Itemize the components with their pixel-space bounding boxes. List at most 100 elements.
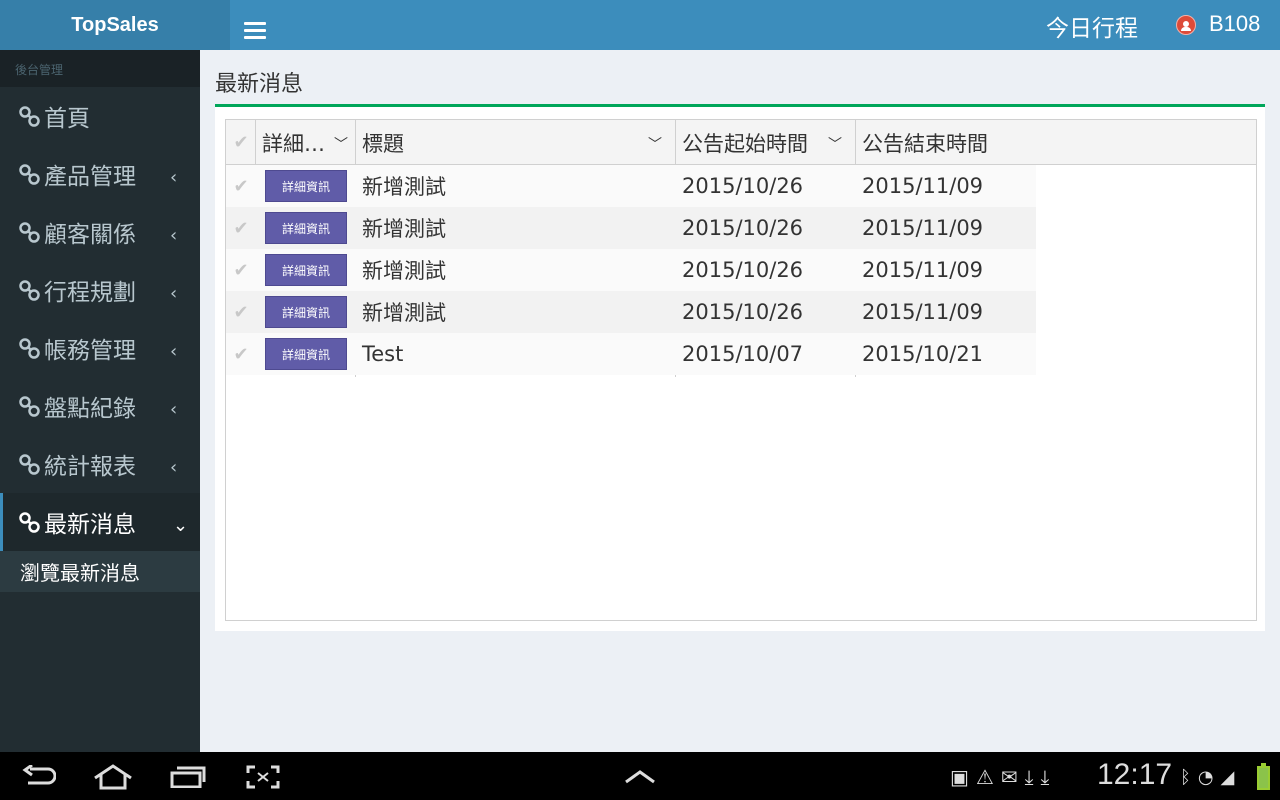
submenu-browse-news[interactable]: 瀏覽最新消息 <box>0 551 200 592</box>
signal-icon: ◢ <box>1220 766 1235 788</box>
news-grid: ✔ 詳細… ﹀ 標題 ﹀ 公告起始時間 ﹀ 公告結束時間 ✔ 詳細資訊 新增測試 20… <box>225 119 1257 621</box>
sidebar-item-label: 盤點紀錄 <box>44 396 136 422</box>
mail-icon: ✉ <box>1000 765 1018 789</box>
page-title: 最新消息 <box>215 72 304 97</box>
column-header-detail[interactable]: 詳細… ﹀ <box>256 120 356 165</box>
row-check-icon[interactable]: ✔ <box>226 291 256 333</box>
row-check-icon[interactable]: ✔ <box>226 333 256 375</box>
sidebar-item-1[interactable]: 產品管理 ‹ <box>0 145 200 203</box>
wifi-icon: ◔ <box>1197 766 1214 788</box>
link-icon <box>19 280 40 301</box>
status-icons: ▣ ⚠ ✉ ⤓ ⤓ <box>950 764 1049 790</box>
select-all-check-icon[interactable]: ✔ <box>226 120 256 165</box>
link-icon <box>19 454 40 475</box>
download-icon: ⤓ <box>1024 765 1034 789</box>
table-row[interactable]: ✔ 詳細資訊 新增測試 2015/10/26 2015/11/09 <box>226 207 1036 249</box>
cell-title: Test <box>362 342 404 366</box>
link-icon <box>19 512 40 533</box>
detail-button[interactable]: 詳細資訊 <box>265 170 347 202</box>
chevron-down-icon: ⌄ <box>173 515 189 536</box>
table-row[interactable]: ✔ 詳細資訊 新增測試 2015/10/26 2015/11/09 <box>226 249 1036 291</box>
sidebar-item-3[interactable]: 行程規劃 ‹ <box>0 261 200 319</box>
column-divider <box>255 120 256 165</box>
warning-icon: ⚠ <box>975 765 994 789</box>
screenshot-icon[interactable] <box>246 765 280 789</box>
sidebar-item-5[interactable]: 盤點紀錄 ‹ <box>0 377 200 435</box>
column-header-start[interactable]: 公告起始時間 ﹀ <box>676 120 856 165</box>
detail-button[interactable]: 詳細資訊 <box>265 254 347 286</box>
chevron-down-icon[interactable]: ﹀ <box>828 134 842 154</box>
column-header-title[interactable]: 標題 ﹀ <box>356 120 676 165</box>
link-icon <box>19 106 40 127</box>
detail-button[interactable]: 詳細資訊 <box>265 338 347 370</box>
row-check-icon[interactable]: ✔ <box>226 165 256 207</box>
sidebar-item-2[interactable]: 顧客關係 ‹ <box>0 203 200 261</box>
link-icon <box>19 164 40 185</box>
chevron-up-icon[interactable] <box>624 768 656 784</box>
sidebar-item-label: 首頁 <box>44 106 90 132</box>
cell-end-date: 2015/11/09 <box>862 300 984 324</box>
top-navbar: TopSales 今日行程 B108 <box>0 0 1280 50</box>
cell-start-date: 2015/10/26 <box>682 216 804 240</box>
cell-title: 新增測試 <box>362 175 446 199</box>
sidebar-item-0[interactable]: 首頁 <box>0 87 200 145</box>
link-icon <box>19 222 40 243</box>
sidebar-item-label: 統計報表 <box>44 454 136 480</box>
detail-button[interactable]: 詳細資訊 <box>265 212 347 244</box>
cell-end-date: 2015/11/09 <box>862 258 984 282</box>
bluetooth-icon: ᛒ <box>1180 766 1191 788</box>
chevron-down-icon[interactable]: ﹀ <box>334 134 348 154</box>
chevron-left-icon: ‹ <box>170 399 178 420</box>
chevron-left-icon: ‹ <box>170 457 178 478</box>
sidebar-section-label: 後台管理 <box>0 50 200 87</box>
chevron-down-icon[interactable]: ﹀ <box>648 134 662 154</box>
grid-header: ✔ 詳細… ﹀ 標題 ﹀ 公告起始時間 ﹀ 公告結束時間 <box>226 120 1256 165</box>
row-check-icon[interactable]: ✔ <box>226 207 256 249</box>
column-header-end[interactable]: 公告結束時間 <box>856 120 1036 165</box>
recent-apps-icon[interactable] <box>170 766 206 788</box>
chevron-left-icon: ‹ <box>170 167 178 188</box>
cell-title: 新增測試 <box>362 301 446 325</box>
cell-start-date: 2015/10/26 <box>682 258 804 282</box>
user-name[interactable]: B108 <box>1209 11 1260 37</box>
home-icon[interactable] <box>92 764 134 790</box>
cell-start-date: 2015/10/26 <box>682 300 804 324</box>
column-header-start-label: 公告起始時間 <box>682 131 808 156</box>
sidebar-item-label: 帳務管理 <box>44 338 136 364</box>
table-row[interactable]: ✔ 詳細資訊 Test 2015/10/07 2015/10/21 <box>226 333 1036 375</box>
system-navbar: ▣ ⚠ ✉ ⤓ ⤓ 12:17 ᛒ ◔ ◢ <box>0 752 1280 800</box>
today-schedule-link[interactable]: 今日行程 <box>1046 9 1138 43</box>
cell-start-date: 2015/10/07 <box>682 342 804 366</box>
chevron-left-icon: ‹ <box>170 225 178 246</box>
sidebar-item-6[interactable]: 統計報表 ‹ <box>0 435 200 493</box>
download-icon: ⤓ <box>1040 765 1050 789</box>
column-header-end-label: 公告結束時間 <box>862 131 988 156</box>
sidebar-item-4[interactable]: 帳務管理 ‹ <box>0 319 200 377</box>
cell-title: 新增測試 <box>362 217 446 241</box>
table-row[interactable]: ✔ 詳細資訊 新增測試 2015/10/26 2015/11/09 <box>226 291 1036 333</box>
detail-button[interactable]: 詳細資訊 <box>265 296 347 328</box>
back-icon[interactable] <box>22 765 56 787</box>
sidebar-item-label: 產品管理 <box>44 164 136 190</box>
cell-end-date: 2015/11/09 <box>862 174 984 198</box>
clock: 12:17 <box>1097 758 1173 791</box>
link-icon <box>19 338 40 359</box>
user-avatar-icon[interactable] <box>1176 15 1196 35</box>
cell-title: 新增測試 <box>362 259 446 283</box>
content-box: ✔ 詳細… ﹀ 標題 ﹀ 公告起始時間 ﹀ 公告結束時間 ✔ 詳細資訊 新增測試 20… <box>215 104 1265 631</box>
chevron-left-icon: ‹ <box>170 341 178 362</box>
brand-logo[interactable]: TopSales <box>0 0 230 50</box>
sidebar: 後台管理 首頁 產品管理 ‹ 顧客關係 ‹ 行程規劃 ‹ 帳務管理 ‹ 盤點紀錄 ‹ 統計報表 ‹ 最新消… <box>0 50 200 752</box>
sidebar-item-label: 顧客關係 <box>44 222 136 248</box>
table-row[interactable]: ✔ 詳細資訊 新增測試 2015/10/26 2015/11/09 <box>226 165 1036 207</box>
sidebar-item-7[interactable]: 最新消息 ⌄ <box>0 493 200 551</box>
menu-toggle-icon[interactable] <box>244 22 266 40</box>
connectivity-icons: ᛒ ◔ ◢ <box>1180 764 1234 790</box>
column-header-detail-label: 詳細… <box>262 131 325 156</box>
cell-end-date: 2015/11/09 <box>862 216 984 240</box>
link-icon <box>19 396 40 417</box>
column-header-title-label: 標題 <box>362 131 404 156</box>
row-check-icon[interactable]: ✔ <box>226 249 256 291</box>
chevron-left-icon: ‹ <box>170 283 178 304</box>
cell-end-date: 2015/10/21 <box>862 342 984 366</box>
